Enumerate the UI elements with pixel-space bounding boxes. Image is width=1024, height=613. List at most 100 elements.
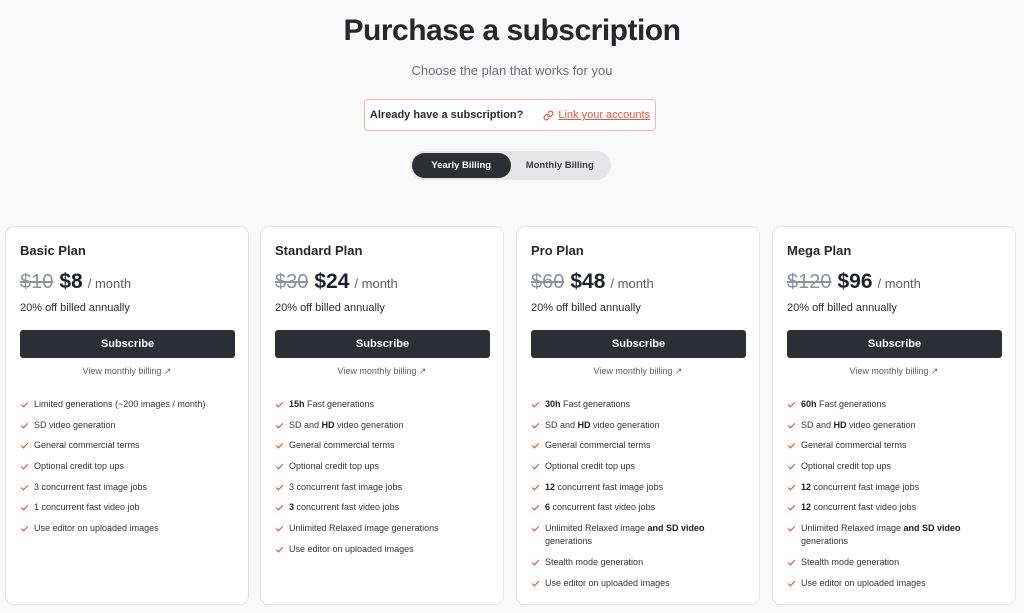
feature-highlight: HD xyxy=(577,419,591,430)
feature-item: Stealth mode generation xyxy=(787,556,1001,569)
feature-text: 1 concurrent fast video job xyxy=(34,501,214,514)
check-icon xyxy=(275,546,284,553)
feature-item: Stealth mode generation xyxy=(531,556,745,569)
view-monthly-billing-link[interactable]: View monthly billing ↗ xyxy=(275,366,489,377)
check-icon xyxy=(787,580,796,586)
feature-label: 1 concurrent fast video job xyxy=(34,502,140,513)
feature-text: Unlimited Relaxed image and SD video gen… xyxy=(801,522,981,548)
link-accounts-label: Link your accounts xyxy=(558,109,651,121)
feature-text: Use editor on uploaded images xyxy=(545,577,725,590)
discounted-price: $24 xyxy=(314,270,350,293)
subscribe-button[interactable]: Subscribe xyxy=(20,330,235,358)
feature-item: Unlimited Relaxed image and SD video gen… xyxy=(531,522,745,548)
monthly-billing-option[interactable]: Monthly Billing xyxy=(511,153,610,178)
feature-label: concurrent fast image jobs xyxy=(555,481,664,492)
price-period: / month xyxy=(877,276,921,291)
billed-annually-note: 20% off billed annually xyxy=(531,302,641,314)
check-icon xyxy=(275,422,284,429)
feature-label: Unlimited Relaxed image and SD video gen… xyxy=(545,523,705,547)
feature-text: 3 concurrent fast video jobs xyxy=(289,501,469,514)
feature-label: Fast generations xyxy=(816,399,887,409)
feature-item: Optional credit top ups xyxy=(787,460,1001,473)
price-row: $60 $48 / month xyxy=(531,270,745,294)
check-icon xyxy=(787,559,796,566)
check-icon xyxy=(787,526,796,532)
feature-highlight: 12 xyxy=(545,481,556,492)
feature-item: Use editor on uploaded images xyxy=(531,577,745,590)
check-icon xyxy=(275,484,284,491)
feature-list: 15h Fast generations SD and HD video gene… xyxy=(275,398,489,556)
feature-highlight: 12 xyxy=(801,481,812,492)
discounted-price: $96 xyxy=(837,270,873,293)
feature-item: Optional credit top ups xyxy=(531,460,745,473)
feature-label: concurrent fast video jobs xyxy=(811,502,917,513)
feature-text: Use editor on uploaded images xyxy=(289,543,469,556)
feature-highlight: and SD video xyxy=(903,523,961,534)
feature-list: 60h Fast generations SD and HD video gene… xyxy=(787,398,1001,590)
feature-item: 60h Fast generations xyxy=(787,398,1001,411)
check-icon xyxy=(787,443,796,449)
link-accounts-banner: Already have a subscription? Link your a… xyxy=(364,99,656,131)
check-icon xyxy=(787,484,796,491)
feature-label: General commercial terms xyxy=(545,440,651,451)
feature-highlight: 15h xyxy=(289,399,305,409)
feature-label: Optional credit top ups xyxy=(545,461,636,472)
feature-text: Limited generations (~200 images / month… xyxy=(34,398,214,411)
check-icon xyxy=(531,559,540,566)
check-icon xyxy=(787,422,796,429)
feature-label: 3 concurrent fast image jobs xyxy=(289,481,403,492)
feature-label: concurrent fast video jobs xyxy=(550,502,656,513)
feature-label: SD video generation xyxy=(34,419,116,430)
feature-item: General commercial terms xyxy=(787,439,1001,452)
feature-text: Optional credit top ups xyxy=(545,460,725,473)
check-icon xyxy=(275,402,284,408)
view-monthly-billing-link[interactable]: View monthly billing ↗ xyxy=(787,366,1001,377)
feature-item: SD and HD video generation xyxy=(531,419,745,432)
feature-label: concurrent fast video jobs xyxy=(294,502,400,513)
link-icon xyxy=(543,110,554,120)
feature-text: 3 concurrent fast image jobs xyxy=(289,481,469,494)
feature-label: General commercial terms xyxy=(34,440,140,451)
feature-label: General commercial terms xyxy=(289,440,395,451)
feature-highlight: HD xyxy=(833,419,847,430)
link-accounts-link[interactable]: Link your accounts xyxy=(543,109,650,121)
plan-name: Mega Plan xyxy=(787,243,852,258)
check-icon xyxy=(20,505,29,511)
check-icon xyxy=(275,505,284,511)
feature-item: 1 concurrent fast video job xyxy=(20,501,234,514)
check-icon xyxy=(531,464,540,470)
check-icon xyxy=(20,443,29,449)
subscribe-button[interactable]: Subscribe xyxy=(531,330,746,358)
check-icon xyxy=(20,422,29,429)
feature-text: 12 concurrent fast image jobs xyxy=(545,481,725,494)
feature-item: Use editor on uploaded images xyxy=(787,577,1001,590)
link-accounts-question: Already have a subscription? xyxy=(369,109,524,121)
feature-text: Stealth mode generation xyxy=(545,556,725,569)
subscribe-button[interactable]: Subscribe xyxy=(275,330,490,358)
feature-text: Optional credit top ups xyxy=(801,460,981,473)
feature-item: General commercial terms xyxy=(20,439,234,452)
feature-text: SD and HD video generation xyxy=(545,419,725,432)
check-icon xyxy=(531,484,540,491)
view-monthly-billing-link[interactable]: View monthly billing ↗ xyxy=(531,366,745,377)
feature-text: 3 concurrent fast image jobs xyxy=(34,481,214,494)
feature-item: Use editor on uploaded images xyxy=(20,522,234,535)
price-period: / month xyxy=(354,276,398,291)
feature-text: 12 concurrent fast video jobs xyxy=(801,501,981,514)
feature-text: Unlimited Relaxed image generations xyxy=(289,522,469,535)
check-icon xyxy=(275,526,284,532)
check-icon xyxy=(531,402,540,408)
feature-label: Use editor on uploaded images xyxy=(34,523,159,534)
feature-label: SD and HD video generation xyxy=(545,419,660,430)
plan-card: Basic Plan $10 $8 / month 20% off billed… xyxy=(5,226,249,605)
feature-text: General commercial terms xyxy=(34,439,214,452)
feature-item: 6 concurrent fast video jobs xyxy=(531,501,745,514)
yearly-billing-option[interactable]: Yearly Billing xyxy=(412,153,511,178)
original-price: $60 xyxy=(531,271,565,293)
price-period: / month xyxy=(610,276,654,291)
feature-label: Optional credit top ups xyxy=(801,461,892,472)
subscribe-button[interactable]: Subscribe xyxy=(787,330,1002,358)
check-icon xyxy=(275,464,284,470)
feature-label: Unlimited Relaxed image generations xyxy=(289,523,439,534)
view-monthly-billing-link[interactable]: View monthly billing ↗ xyxy=(20,366,234,377)
